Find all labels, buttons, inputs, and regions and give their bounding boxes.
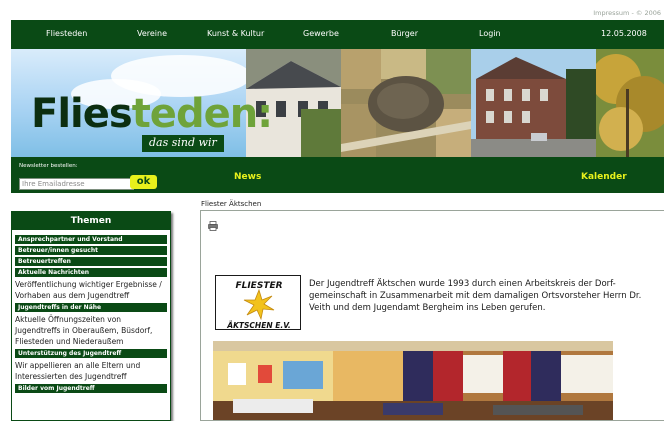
sidebar-title: Themen	[12, 212, 170, 230]
sidebar-item-unterstuetzung[interactable]: Unterstützung des Jugendtreff	[15, 349, 167, 358]
sidebar-item-jugendtreffs-naehe[interactable]: Jugendtreffs in der Nähe	[15, 303, 167, 312]
breadcrumb: Fliester Äktschen	[201, 200, 262, 208]
nav-item-kunst-kultur[interactable]: Kunst & Kultur	[207, 29, 264, 38]
sidebar-list: Ansprechpartner und Vorstand Betreuer/in…	[12, 230, 170, 393]
school-photo	[471, 49, 596, 157]
article-text: Der Jugendtreff Äktschen wurde 1993 durc…	[309, 279, 642, 313]
sidebar-item-ansprechpartner[interactable]: Ansprechpartner und Vorstand	[15, 235, 167, 244]
site-logo[interactable]: Fliesteden:	[31, 91, 273, 137]
sidebar-item-bilder[interactable]: Bilder vom Jugendtreff	[15, 384, 167, 393]
sidebar-item-aktuelle-nachrichten[interactable]: Aktuelle Nachrichten	[15, 268, 167, 277]
impressum-link[interactable]: Impressum	[593, 9, 629, 17]
tagline: das sind wir	[142, 135, 224, 152]
sidebar-item-betreuertreffen[interactable]: Betreuertreffen	[15, 257, 167, 266]
logo-part-green: teden:	[131, 91, 273, 137]
club-logo-line2: ÄKTSCHEN E.V.	[226, 321, 290, 330]
sidebar-item-description: Aktuelle Öffnungszeiten von Jugendtreffs…	[15, 315, 153, 346]
logo-part-dark: Flies	[31, 91, 133, 137]
newsletter-bar: Newsletter bestellen: Ihre Emailadresse …	[11, 157, 664, 193]
header-banner: Fliesteden: das sind wir	[11, 49, 664, 157]
sun-icon	[243, 288, 275, 321]
newsletter-ok-button[interactable]: ok	[130, 175, 157, 189]
autumn-tree-photo	[596, 49, 664, 157]
nav-item-buerger[interactable]: Bürger	[391, 29, 418, 38]
aerial-photo	[341, 49, 471, 157]
newsletter-email-input[interactable]: Ihre Emailadresse	[19, 178, 134, 190]
nav-item-gewerbe[interactable]: Gewerbe	[303, 29, 339, 38]
sidebar-item-description: Veröffentlichung wichtiger Ergebnisse / …	[15, 280, 162, 300]
sidebar-item-description: Wir appellieren an alle Eltern und Inter…	[15, 361, 141, 381]
copyright: © 2006	[635, 9, 661, 17]
sidebar-item-betreuer-gesucht[interactable]: Betreuer/innen gesucht	[15, 246, 167, 255]
page: Impressum - © 2006 Fliesteden Vereine Ku…	[0, 0, 664, 421]
club-logo-graphic: FLIESTER ÄKTSCHEN E.V.	[226, 281, 290, 330]
club-logo: FLIESTER ÄKTSCHEN E.V.	[215, 275, 301, 330]
newsletter-label: Newsletter bestellen:	[19, 163, 78, 169]
nav-item-vereine[interactable]: Vereine	[137, 29, 167, 38]
news-link[interactable]: News	[234, 172, 261, 182]
main-nav: Fliesteden Vereine Kunst & Kultur Gewerb…	[11, 20, 664, 49]
youth-club-room-photo	[213, 341, 613, 420]
topbar: Impressum - © 2006	[593, 9, 661, 17]
nav-item-login[interactable]: Login	[479, 29, 501, 38]
themen-sidebar: Themen Ansprechpartner und Vorstand Betr…	[11, 211, 171, 421]
nav-date: 12.05.2008	[601, 29, 647, 38]
nav-item-fliesteden[interactable]: Fliesteden	[46, 29, 87, 38]
content-panel: FLIESTER ÄKTSCHEN E.V. Der Jugendtreff Ä…	[200, 210, 664, 421]
kalender-link[interactable]: Kalender	[581, 172, 627, 182]
print-icon[interactable]	[208, 221, 218, 231]
